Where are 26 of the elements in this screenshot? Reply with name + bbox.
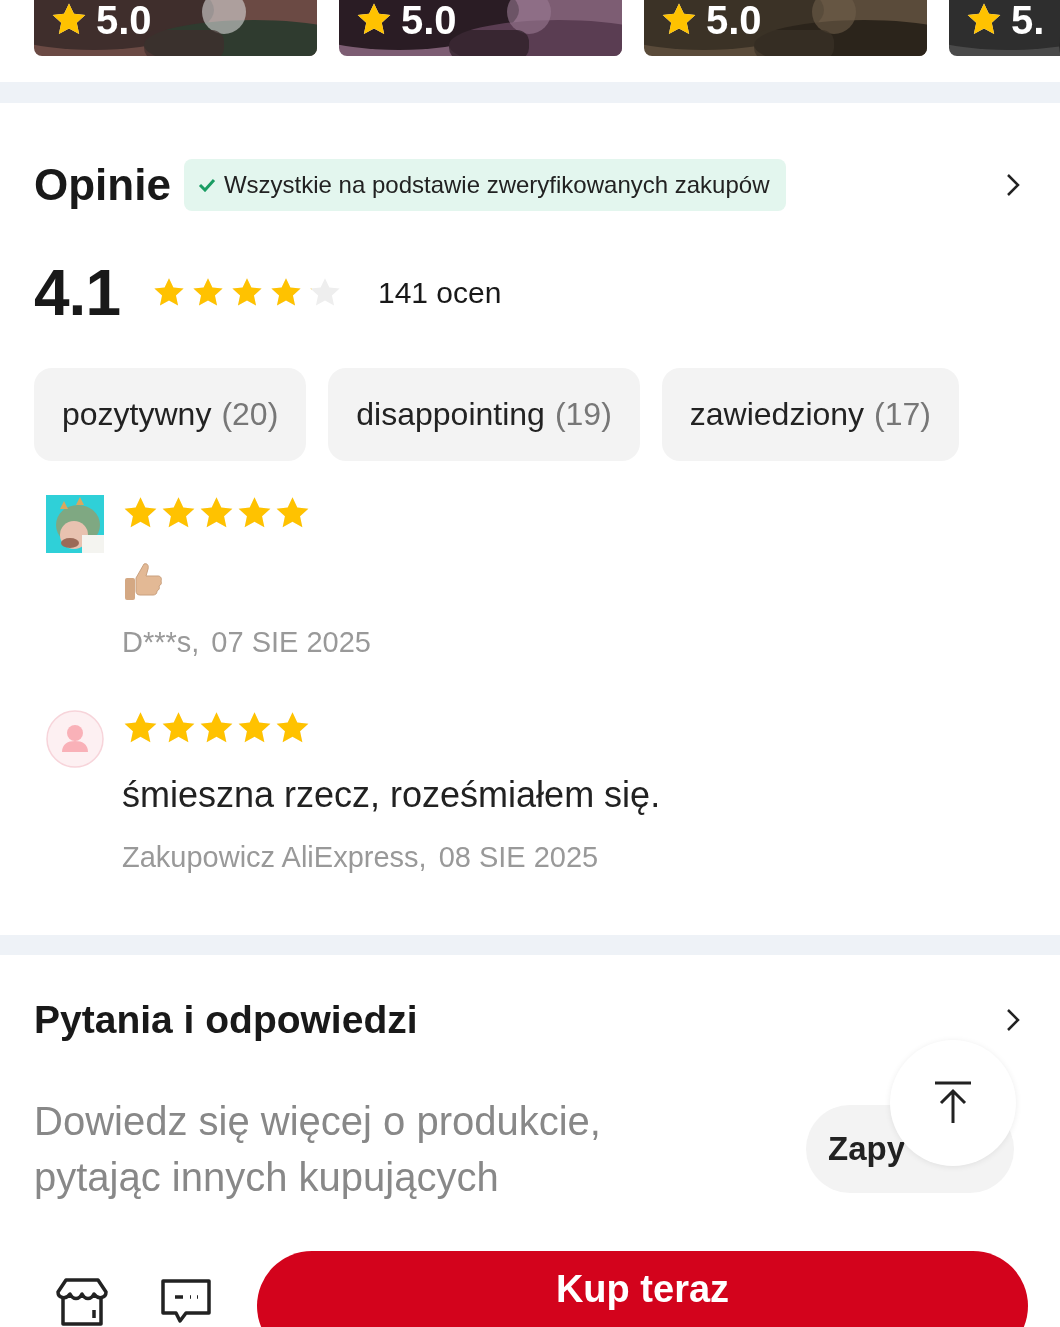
hint-text: Dowiedz się więcej o produkcie, pytając innych kupujących	[34, 1098, 602, 1201]
rating-value: 5.	[1011, 0, 1045, 44]
verified-badge: Wszystkie na podstawie zweryfikowanych zakupów	[183, 159, 787, 211]
filter-chip[interactable]: pozytywny (20)	[34, 368, 307, 461]
section-title: Opinie	[34, 160, 171, 210]
rating-value: 5.0	[706, 0, 762, 44]
section-title: Pytania i odpowiedzi	[34, 998, 418, 1042]
rating-count: 141 ocen	[377, 276, 502, 310]
review-date: 07 SIE 2025	[211, 625, 371, 660]
review-author: D***s,	[122, 625, 200, 660]
buy-now-button[interactable]: Kup teraz	[257, 1251, 1028, 1327]
arrow-up-icon	[933, 1081, 973, 1125]
chat-icon[interactable]	[160, 1278, 212, 1326]
average-rating: 4.1	[34, 256, 120, 330]
filter-chip[interactable]: zawiedziony (17)	[661, 368, 959, 461]
review-author: Zakupowicz AliExpress,	[122, 840, 427, 875]
review-date: 08 SIE 2025	[438, 840, 599, 875]
chevron-right-icon[interactable]	[1006, 1008, 1020, 1032]
rating-value: 5.0	[96, 0, 152, 44]
filter-chip[interactable]: disappointing (19)	[328, 368, 640, 461]
review-text: śmieszna rzecz, roześmiałem się.	[122, 773, 661, 817]
chevron-right-icon[interactable]	[1006, 173, 1020, 197]
store-icon[interactable]	[56, 1278, 108, 1326]
thumbs-up-icon	[122, 560, 164, 602]
rating-value: 5.0	[401, 0, 457, 44]
check-icon	[197, 178, 216, 192]
